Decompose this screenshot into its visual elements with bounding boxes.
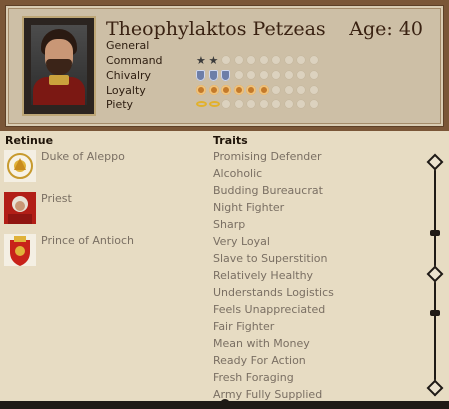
trait-item[interactable]: Army Fully Supplied xyxy=(213,388,322,401)
empty-rating-dot xyxy=(308,85,319,95)
empty-rating-dot xyxy=(271,99,281,109)
scroll-down-icon[interactable] xyxy=(426,379,444,397)
retinue-item-priest[interactable]: Priest xyxy=(41,192,72,205)
empty-rating-dot xyxy=(258,55,269,65)
trait-item[interactable]: Understands Logistics xyxy=(213,286,334,299)
traits-scrollbar[interactable] xyxy=(426,150,444,400)
trait-item[interactable]: Sharp xyxy=(213,218,245,231)
priest-icon[interactable] xyxy=(4,192,36,224)
portrait-beard xyxy=(46,59,72,75)
loyalty-icon xyxy=(233,85,244,95)
trait-item[interactable]: Budding Bureaucrat xyxy=(213,184,323,197)
empty-rating-dot xyxy=(308,99,319,109)
character-header: Theophylaktos Petzeas Age: 40 General Co… xyxy=(0,0,449,131)
empty-rating-dot xyxy=(308,70,319,80)
character-name: Theophylaktos Petzeas xyxy=(106,18,326,40)
empty-rating-dot xyxy=(233,55,244,65)
empty-rating-dot xyxy=(283,85,294,95)
empty-rating-dot xyxy=(258,99,269,109)
scroll-marker-icon[interactable] xyxy=(430,230,440,236)
halo-icon xyxy=(208,101,220,107)
character-age: Age: 40 xyxy=(349,18,423,40)
star-icon: ★ xyxy=(208,54,219,67)
scroll-marker-icon[interactable] xyxy=(430,310,440,316)
empty-rating-dot xyxy=(283,55,294,65)
empty-rating-dot xyxy=(296,70,306,80)
portrait-frame[interactable] xyxy=(22,16,96,116)
empty-rating-dot xyxy=(271,55,281,65)
empty-rating-dot xyxy=(296,55,306,65)
shield-icon xyxy=(196,70,205,81)
empty-rating-dot xyxy=(221,99,231,109)
retinue-heading: Retinue xyxy=(5,134,54,147)
header-panel: Theophylaktos Petzeas Age: 40 General Co… xyxy=(5,5,444,127)
empty-rating-dot xyxy=(221,55,231,65)
retinue-item-duke-of-aleppo[interactable]: Duke of Aleppo xyxy=(41,150,125,163)
traits-heading: Traits xyxy=(213,134,248,147)
trait-item[interactable]: Very Loyal xyxy=(213,235,270,248)
prince-crest-icon[interactable] xyxy=(4,234,36,266)
shield-icon xyxy=(221,70,230,81)
bottom-scrollbar[interactable] xyxy=(0,399,449,409)
empty-rating-dot xyxy=(271,85,281,95)
scroll-thumb[interactable] xyxy=(426,265,444,283)
empty-rating-dot xyxy=(246,70,256,80)
trait-item[interactable]: Slave to Superstition xyxy=(213,252,328,265)
duke-icon[interactable] xyxy=(4,150,36,182)
loyalty-icon xyxy=(221,85,231,95)
empty-rating-dot xyxy=(308,55,319,65)
empty-rating-dot xyxy=(283,99,294,109)
trait-item[interactable]: Night Fighter xyxy=(213,201,284,214)
loyalty-icon xyxy=(196,85,206,95)
loyalty-icon xyxy=(208,85,219,95)
trait-item[interactable]: Fair Fighter xyxy=(213,320,274,333)
loyalty-icon xyxy=(246,85,256,95)
portrait-collar xyxy=(49,75,69,85)
trait-item[interactable]: Promising Defender xyxy=(213,150,322,163)
piety-label: Piety xyxy=(106,98,134,111)
empty-rating-dot xyxy=(271,70,281,80)
retinue-item-prince-of-antioch[interactable]: Prince of Antioch xyxy=(41,234,134,247)
halo-icon xyxy=(196,101,207,107)
trait-item[interactable]: Mean with Money xyxy=(213,337,310,350)
chivalry-label: Chivalry xyxy=(106,69,152,82)
bottom-scroll-knob[interactable] xyxy=(220,399,230,409)
trait-item[interactable]: Relatively Healthy xyxy=(213,269,313,282)
empty-rating-dot xyxy=(283,70,294,80)
trait-item[interactable]: Feels Unappreciated xyxy=(213,303,325,316)
empty-rating-dot xyxy=(258,70,269,80)
loyalty-label: Loyalty xyxy=(106,84,146,97)
scroll-up-icon[interactable] xyxy=(426,153,444,171)
trait-item[interactable]: Alcoholic xyxy=(213,167,262,180)
empty-rating-dot xyxy=(296,99,306,109)
empty-rating-dot xyxy=(246,55,256,65)
shield-icon xyxy=(208,70,218,81)
empty-rating-dot xyxy=(233,70,244,80)
star-icon: ★ xyxy=(196,54,206,67)
loyalty-icon xyxy=(258,85,269,95)
character-rank: General xyxy=(106,39,150,52)
empty-rating-dot xyxy=(233,99,244,109)
trait-item[interactable]: Fresh Foraging xyxy=(213,371,294,384)
command-label: Command xyxy=(106,54,163,67)
empty-rating-dot xyxy=(246,99,256,109)
character-portrait xyxy=(31,25,87,105)
empty-rating-dot xyxy=(296,85,306,95)
trait-item[interactable]: Ready For Action xyxy=(213,354,306,367)
